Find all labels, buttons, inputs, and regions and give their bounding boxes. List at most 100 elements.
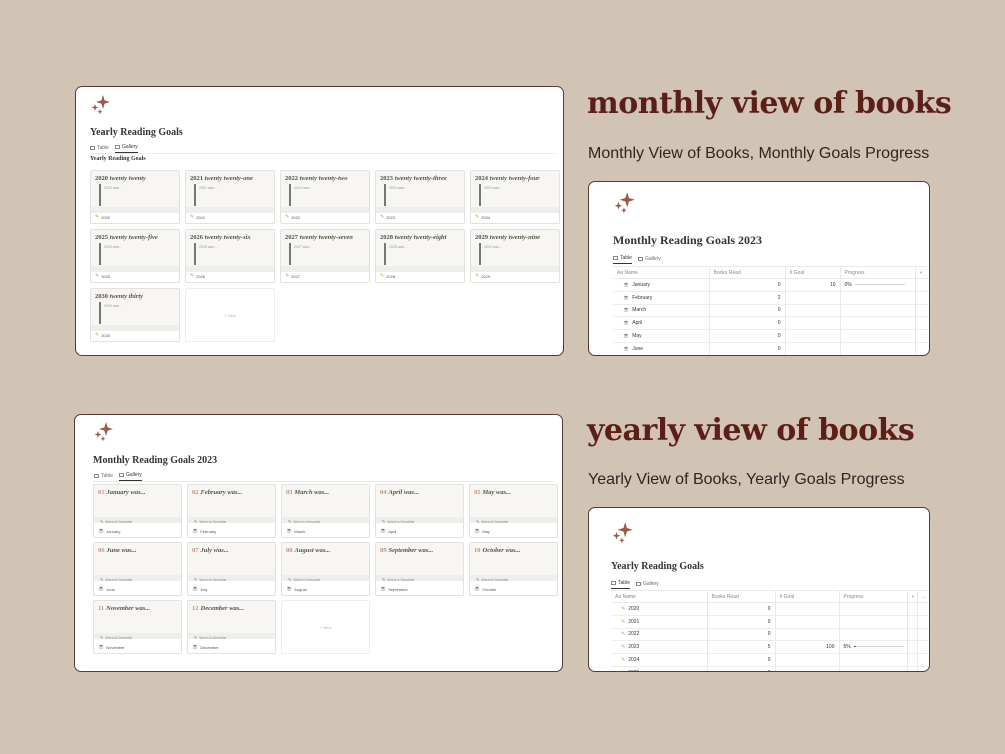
cell-name[interactable]: ✎ 2023 <box>611 640 708 655</box>
gallery-card[interactable]: 09 September was... ✎ Word to Describe ☕ Sept… <box>375 542 464 596</box>
gallery-card[interactable]: 2027 twenty twenty-seven 2027 was... ✎ 2027 <box>280 229 370 283</box>
cell-goal[interactable]: 100 <box>775 640 840 655</box>
gallery-card[interactable]: 02 February was... ✎ Word to Describe ☕ Febru… <box>187 484 276 538</box>
gallery-card[interactable]: 2026 twenty twenty-six 2026 was... ✎ 2026 <box>185 229 275 283</box>
cell-name[interactable]: ✎ 2022 <box>611 628 708 642</box>
pencil-icon: ✎ <box>621 618 626 625</box>
cell-goal[interactable] <box>785 291 841 305</box>
gallery-card[interactable]: 2023 twenty twenty-three 2023 was... ✎ 2023 <box>375 170 465 224</box>
cell-books-read[interactable]: 0 <box>709 316 786 331</box>
cell-goal[interactable] <box>775 628 840 642</box>
cell-name[interactable]: ☕ April <box>613 316 710 331</box>
cell-books-read[interactable]: 0 <box>709 329 786 343</box>
cell-name[interactable]: ☕ February <box>613 291 710 305</box>
gallery-card[interactable]: 2029 twenty twenty-nine 2029 was... ✎ 2029 <box>470 229 560 283</box>
gallery-card[interactable]: 2021 twenty twenty-one 2021 was... ✎ 2021 <box>185 170 275 224</box>
column-books-read[interactable]: Books Read <box>709 266 786 279</box>
tab-table[interactable]: Table <box>94 473 113 481</box>
cell-goal[interactable] <box>775 615 840 629</box>
cell-name[interactable]: ✎ 2024 <box>611 653 708 667</box>
tab-table[interactable]: Table <box>611 580 630 589</box>
table-row[interactable]: ☕ January 0 10 0% <box>613 278 929 292</box>
table-row[interactable]: ✎ 2022 0 <box>611 628 929 642</box>
column-goal[interactable]: # Goal <box>775 590 840 603</box>
cell-empty <box>915 304 929 318</box>
card-title: 2029 twenty twenty-nine <box>475 234 540 241</box>
cell-goal[interactable] <box>785 342 841 355</box>
tab-gallery[interactable]: Gallery <box>118 472 142 481</box>
subtitle-yearly-view: Yearly View of Books, Yearly Goals Progr… <box>588 471 905 488</box>
gallery-card[interactable]: 2020 twenty twenty 2020 was... ✎ 2020 <box>90 170 180 224</box>
table-row[interactable]: ✎20250 <box>611 666 929 671</box>
cell-name[interactable]: ☕ June <box>613 342 710 355</box>
add-column-button[interactable]: + <box>907 590 918 603</box>
cell-name[interactable]: ✎ 2020 <box>611 602 708 616</box>
more-options-button[interactable]: ... <box>917 590 929 603</box>
column-goal[interactable]: # Goal <box>785 266 841 279</box>
new-card-button[interactable]: + New <box>185 288 275 342</box>
add-column-button[interactable]: + <box>915 266 929 279</box>
cell-books-read[interactable]: 0 <box>707 628 776 642</box>
column-name[interactable]: Aa Name <box>611 590 708 603</box>
cell-goal[interactable]: 10 <box>785 278 841 292</box>
column-name[interactable]: Aa Name <box>613 266 710 279</box>
cell-books-read[interactable]: 0 <box>709 304 786 318</box>
cell-books-read[interactable]: 0 <box>709 278 786 292</box>
gallery-card[interactable]: 03 March was... ✎ Word to Describe ☕ March <box>281 484 370 538</box>
gallery-card[interactable]: 2025 twenty twenty-five 2025 was... ✎ 2025 <box>90 229 180 283</box>
gallery-card[interactable]: 04 April was... ✎ Word to Describe ☕ April <box>375 484 464 538</box>
cell-goal[interactable] <box>775 602 840 616</box>
gallery-card[interactable]: 01 January was... ✎ Word to Describe ☕ Januar… <box>93 484 182 538</box>
table-row[interactable]: ✎ 2021 0 <box>611 615 929 629</box>
cell-name[interactable]: ☕ March <box>613 304 710 318</box>
cell-books-read[interactable]: 0 <box>707 653 776 667</box>
gallery-card[interactable]: 2030 twenty thirty 2030 was... ✎ 2030 <box>90 288 180 342</box>
cell-goal[interactable] <box>785 316 841 331</box>
column-books-read[interactable]: Books Read <box>707 590 776 603</box>
gallery-card[interactable]: 2024 twenty twenty-four 2024 was... ✎ 2024 <box>470 170 560 224</box>
tab-gallery[interactable]: Gallery <box>637 256 661 264</box>
table-row[interactable]: ☕ February 2 <box>613 291 929 305</box>
gallery-card[interactable]: 10 October was... ✎ Word to Describe ☕ Octobe… <box>469 542 558 596</box>
table-row[interactable]: ✎ 2020 0 <box>611 602 929 616</box>
tab-gallery[interactable]: Gallery <box>635 581 659 589</box>
cell-goal[interactable] <box>785 304 841 318</box>
cell-name[interactable]: ☕ January <box>613 278 710 292</box>
cell-goal[interactable] <box>785 329 841 343</box>
cell-name[interactable]: ✎ 2021 <box>611 615 708 629</box>
gallery-card[interactable]: 11 November was... ✎ Word to Describe ☕ Novem… <box>93 600 182 654</box>
column-progress[interactable]: Progress <box>839 590 908 603</box>
cell-books-read[interactable]: 0 <box>709 342 786 355</box>
cell-books-read[interactable]: 0 <box>707 615 776 629</box>
gallery-card[interactable]: 07 July was... ✎ Word to Describe ☕ July <box>187 542 276 596</box>
cell-goal[interactable] <box>775 666 840 671</box>
gallery-card[interactable]: 06 June was... ✎ Word to Describe ☕ June <box>93 542 182 596</box>
gallery-card[interactable]: 12 December was... ✎ Word to Describe ☕ Decem… <box>187 600 276 654</box>
table-row[interactable]: ✎ 2024 0 <box>611 653 929 667</box>
tab-table[interactable]: Table <box>613 255 632 264</box>
cell-name[interactable]: ✎2025 <box>611 666 708 671</box>
cell-goal[interactable] <box>775 653 840 667</box>
gallery-card[interactable]: 2022 twenty twenty-two 2022 was... ✎ 2022 <box>280 170 370 224</box>
table-row[interactable]: ☕ June 0 <box>613 342 929 355</box>
column-progress[interactable]: Progress <box>840 266 916 279</box>
table-row[interactable]: ☕ May 0 <box>613 329 929 343</box>
cell-name[interactable]: ☕ May <box>613 329 710 343</box>
table-row[interactable]: ✎ 2023 5 100 5% <box>611 640 929 655</box>
cell-books-read[interactable]: 0 <box>707 666 776 671</box>
new-card-button[interactable]: + New <box>281 600 370 654</box>
tab-gallery[interactable]: Gallery <box>114 144 138 153</box>
card-tag: ☕ November <box>98 644 125 650</box>
cell-books-read[interactable]: 2 <box>709 291 786 305</box>
table-row[interactable]: ☕ March 0 <box>613 304 929 318</box>
table-row[interactable]: ☕ April 0 <box>613 316 929 331</box>
tab-table[interactable]: Table <box>90 145 109 153</box>
gallery-card[interactable]: 2028 twenty twenty-eight 2028 was... ✎ 2028 <box>375 229 465 283</box>
cell-progress <box>840 291 916 305</box>
monthly-table-panel: Monthly Reading Goals 2023 Table Gallery… <box>588 181 930 356</box>
cell-books-read[interactable]: 5 <box>707 640 776 655</box>
view-tabs: Table Gallery <box>90 144 138 153</box>
gallery-card[interactable]: 08 August was... ✎ Word to Describe ☕ August <box>281 542 370 596</box>
gallery-card[interactable]: 05 May was... ✎ Word to Describe ☕ May <box>469 484 558 538</box>
cell-books-read[interactable]: 0 <box>707 602 776 616</box>
